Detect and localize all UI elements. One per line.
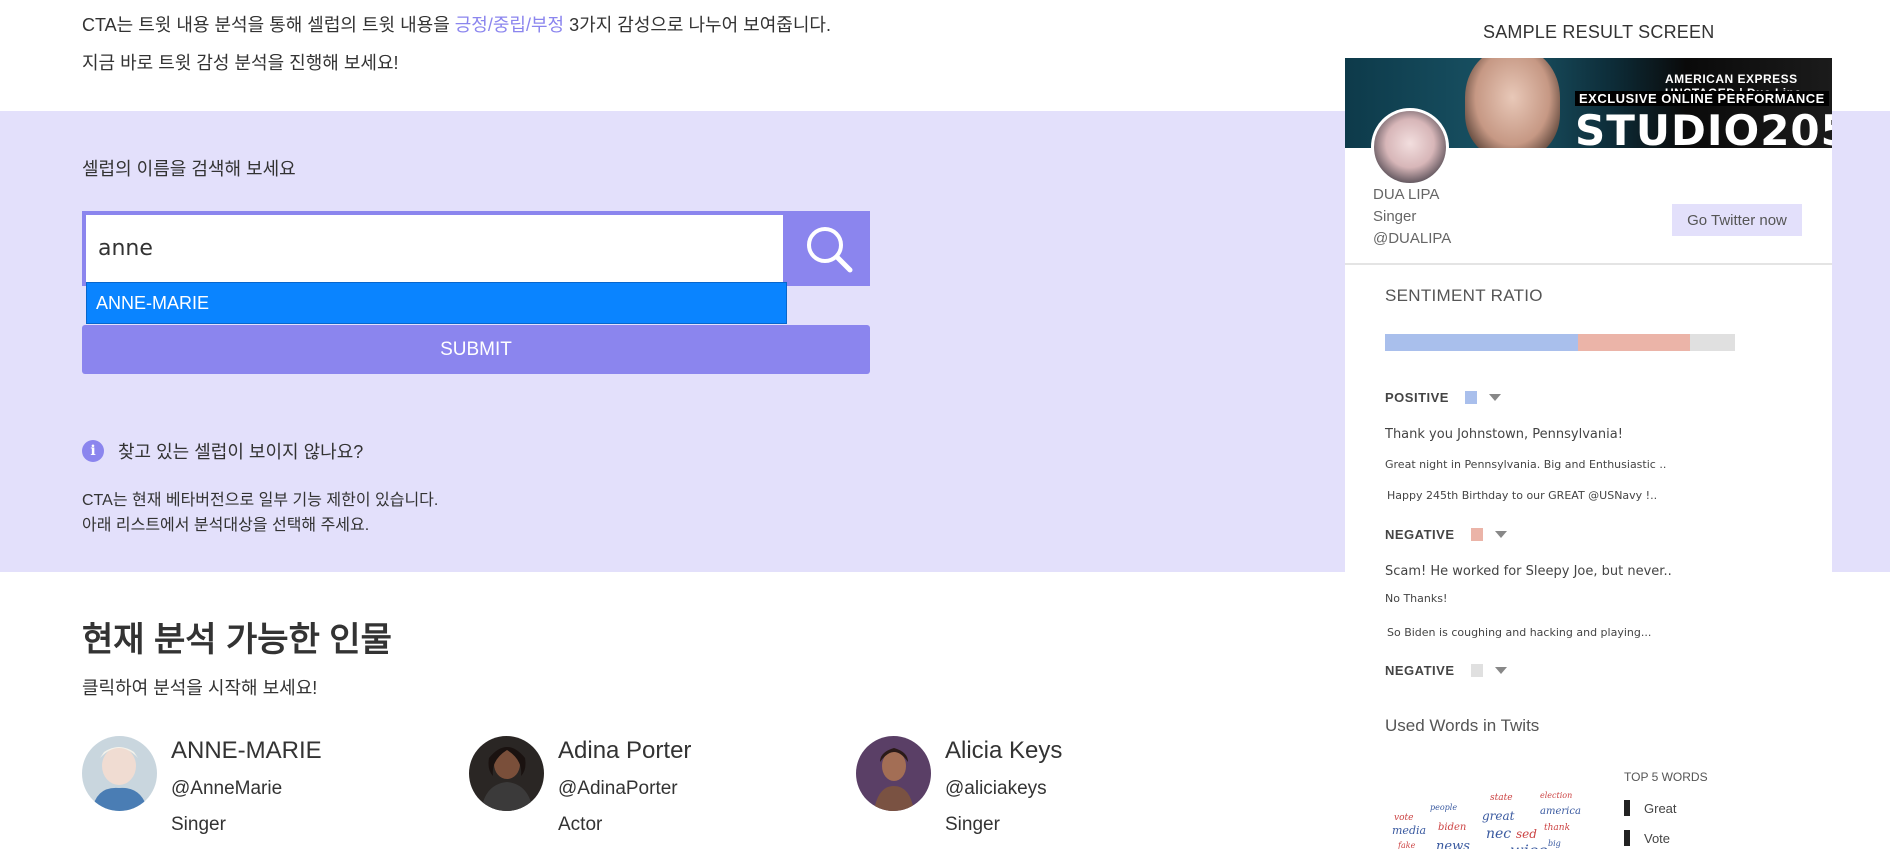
chevron-down-icon[interactable]	[1494, 667, 1507, 674]
profile-info: DUA LIPA Singer @DUALIPA	[1373, 184, 1451, 250]
person-name: Adina Porter	[558, 737, 692, 764]
autocomplete-suggestion[interactable]: ANNE-MARIE	[86, 282, 787, 324]
tweet-item: Scam! He worked for Sleepy Joe, but neve…	[1385, 564, 1672, 579]
person-job: Singer	[945, 814, 1000, 835]
person-card-anne-marie[interactable]: ANNE-MARIE @AnneMarie Singer	[82, 736, 322, 836]
profile-handle: @DUALIPA	[1373, 230, 1452, 247]
chevron-down-icon[interactable]	[1494, 531, 1507, 538]
negative-swatch	[1470, 528, 1483, 541]
notice: i 찾고 있는 셀럽이 보이지 않나요?	[82, 438, 363, 464]
info-icon: i	[82, 440, 104, 462]
intro-line-2: 지금 바로 트윗 감성 분석을 진행해 보세요!	[82, 53, 399, 73]
sample-result-title: SAMPLE RESULT SCREEN	[1483, 22, 1715, 42]
positive-header[interactable]: POSITIVE	[1385, 390, 1501, 405]
search-icon	[806, 226, 852, 272]
tweet-item: Happy 245th Birthday to our GREAT @USNav…	[1387, 489, 1658, 502]
go-twitter-button[interactable]: Go Twitter now	[1672, 204, 1802, 236]
avatar	[856, 736, 931, 811]
person-handle: @AnneMarie	[171, 778, 283, 799]
person-card-alicia-keys[interactable]: Alicia Keys @aliciakeys Singer	[856, 736, 1062, 836]
svg-text:america: america	[1540, 806, 1581, 817]
ratio-neutral	[1689, 334, 1735, 351]
divider	[1345, 263, 1832, 265]
sentiment-ratio-title: SENTIMENT RATIO	[1385, 286, 1543, 305]
tweet-item: No Thanks!	[1385, 592, 1448, 605]
svg-text:great: great	[1482, 809, 1515, 823]
svg-text:media: media	[1392, 824, 1426, 837]
rank-bar	[1624, 800, 1630, 816]
neutral-swatch	[1470, 664, 1483, 677]
person-handle: @AdinaPorter	[558, 778, 678, 799]
ratio-negative	[1577, 334, 1690, 351]
beta-notice: CTA는 현재 베타버전으로 일부 기능 제한이 있습니다. 아래 리스트에서 …	[82, 492, 439, 534]
section-title: 현재 분석 가능한 인물	[82, 621, 392, 659]
avatar	[469, 736, 544, 811]
svg-text:biden: biden	[1438, 822, 1466, 833]
search-box	[82, 211, 787, 286]
sentiment-highlight: 긍정/중립/부정	[454, 15, 565, 35]
word-cloud: vote media fake people biden news state …	[1392, 791, 1581, 849]
section-subtitle: 클릭하여 분석을 시작해 보세요!	[82, 678, 318, 698]
ratio-positive	[1385, 334, 1578, 351]
person-job: Actor	[558, 814, 603, 835]
intro-line-1: CTA는 트윗 내용 분석을 통해 셀럽의 트윗 내용을 긍정/중립/부정 3가…	[82, 15, 831, 35]
svg-text:fake: fake	[1397, 841, 1416, 849]
person-name: Alicia Keys	[945, 737, 1063, 764]
positive-swatch	[1464, 391, 1477, 404]
person-job: Singer	[171, 814, 226, 835]
search-input[interactable]	[86, 215, 783, 282]
profile-name: DUA LIPA	[1373, 186, 1440, 203]
person-handle: @aliciakeys	[945, 778, 1047, 799]
profile-avatar	[1371, 108, 1449, 186]
svg-text:sed: sed	[1516, 827, 1537, 841]
top-word-item: Vote	[1624, 830, 1670, 846]
chevron-down-icon[interactable]	[1488, 394, 1501, 401]
notice-text: 찾고 있는 셀럽이 보이지 않나요?	[118, 442, 364, 462]
rank-bar	[1624, 830, 1630, 846]
svg-text:nec: nec	[1486, 826, 1511, 842]
submit-button[interactable]: SUBMIT	[82, 325, 870, 374]
search-button[interactable]	[787, 211, 870, 286]
person-card-adina-porter[interactable]: Adina Porter @AdinaPorter Actor	[469, 736, 691, 836]
avatar	[82, 736, 157, 811]
svg-text:people: people	[1430, 803, 1457, 812]
tweet-item: So Biden is coughing and hacking and pla…	[1387, 626, 1652, 639]
svg-text:wiee: wiee	[1510, 841, 1548, 849]
used-words-title: Used Words in Twits	[1385, 716, 1540, 735]
top-word-item: Great	[1624, 800, 1677, 816]
negative-header[interactable]: NEGATIVE	[1385, 527, 1507, 542]
person-name: ANNE-MARIE	[171, 737, 322, 764]
profile-job: Singer	[1373, 208, 1417, 225]
sentiment-ratio-bar	[1385, 334, 1735, 351]
svg-text:news: news	[1436, 839, 1470, 849]
svg-text:vote: vote	[1394, 813, 1413, 823]
intro-text: CTA는 트윗 내용 분석을 통해 셀럽의 트윗 내용을 긍정/중립/부정 3가…	[82, 6, 831, 82]
banner-portrait	[1465, 58, 1560, 148]
neutral-header[interactable]: NEGATIVE	[1385, 663, 1507, 678]
search-label: 셀럽의 이름을 검색해 보세요	[82, 159, 296, 179]
svg-text:state: state	[1490, 793, 1513, 803]
svg-text:big: big	[1548, 839, 1561, 848]
svg-text:thank: thank	[1544, 823, 1570, 833]
tweet-item: Great night in Pennsylvania. Big and Ent…	[1385, 458, 1667, 471]
top5-title: TOP 5 WORDS	[1624, 770, 1708, 784]
svg-text:election: election	[1540, 791, 1572, 800]
tweet-item: Thank you Johnstown, Pennsylvania!	[1385, 427, 1623, 442]
sample-result-panel: AMERICAN EXPRESS UNSTAGED | Dua Lipa EXC…	[1345, 58, 1832, 849]
